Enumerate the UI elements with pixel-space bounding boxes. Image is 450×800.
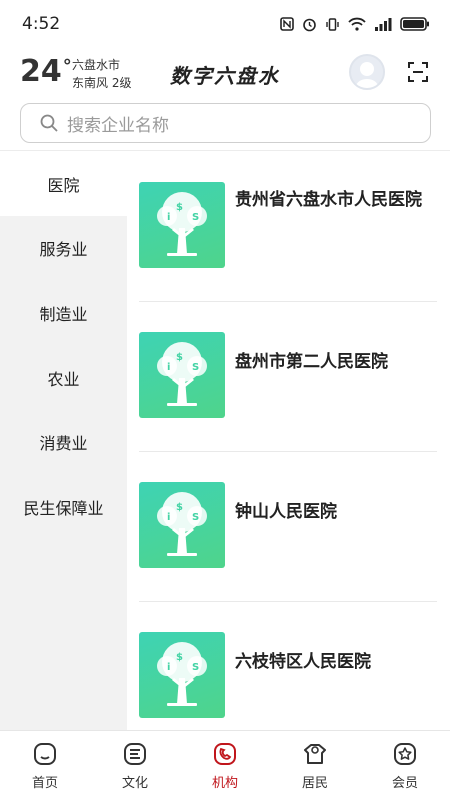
org-name: 盘州市第二人民医院 [235, 352, 388, 372]
tab-resident[interactable]: 居民 [270, 731, 360, 800]
culture-icon [124, 743, 146, 765]
svg-text:S: S [192, 212, 199, 223]
category-label: 消费业 [39, 434, 88, 453]
tab-culture[interactable]: 文化 [90, 731, 180, 800]
app-title: 数字六盘水 [170, 64, 280, 88]
list-item[interactable]: $ i S 贵州省六盘水市人民医院 [139, 152, 437, 302]
vibrate-icon [326, 17, 339, 31]
list-item[interactable]: $ i S 六枝特区人民医院 [139, 602, 437, 730]
resident-icon [304, 744, 326, 764]
temperature: 24° [20, 54, 72, 89]
list-item[interactable]: $ i S 盘州市第二人民医院 [139, 302, 437, 452]
svg-text:$: $ [176, 502, 183, 513]
degree-symbol: ° [62, 56, 72, 77]
tab-label: 机构 [211, 776, 238, 791]
svg-text:i: i [167, 362, 170, 373]
category-item-service[interactable]: 服务业 [0, 216, 127, 280]
org-thumbnail: $ i S [139, 182, 225, 268]
category-item-hospital[interactable]: 医院 [0, 152, 127, 216]
tab-label: 会员 [391, 776, 418, 791]
svg-text:i: i [167, 662, 170, 673]
org-name: 钟山人民医院 [235, 502, 337, 522]
weather-info: 六盘水市 东南风 2级 [72, 56, 131, 92]
scan-icon[interactable] [406, 60, 430, 84]
category-item-manufacturing[interactable]: 制造业 [0, 281, 127, 345]
user-avatar-icon [354, 62, 380, 88]
money-tree-icon: $ i S [157, 492, 207, 556]
organization-list: $ i S 贵州省六盘水市人民医院 $ i S 盘州市第二人民医院 $ i S [127, 152, 450, 730]
tab-institution[interactable]: 机构 [180, 731, 270, 800]
app-screen: 4:52 24° 六盘水市 东南风 2级 数字六盘水 搜索企业名称 医院 服务业 [0, 0, 450, 800]
category-sidebar: 医院 服务业 制造业 农业 消费业 民生保障业 [0, 152, 127, 730]
alarm-icon [303, 18, 316, 31]
svg-text:$: $ [176, 202, 183, 213]
search-icon [40, 114, 58, 132]
status-time: 4:52 [22, 14, 61, 34]
svg-text:S: S [192, 512, 199, 523]
svg-text:$: $ [176, 352, 183, 363]
wind-info: 东南风 2级 [72, 76, 132, 90]
institution-icon [214, 743, 236, 765]
org-thumbnail: $ i S [139, 332, 225, 418]
svg-text:i: i [167, 212, 170, 223]
tab-home[interactable]: 首页 [0, 731, 90, 800]
list-item[interactable]: $ i S 钟山人民医院 [139, 452, 437, 602]
tab-label: 居民 [301, 776, 328, 791]
svg-text:i: i [167, 512, 170, 523]
tab-member[interactable]: 会员 [360, 731, 450, 800]
search-input[interactable]: 搜索企业名称 [20, 103, 431, 143]
avatar[interactable] [349, 54, 385, 90]
home-icon [34, 743, 56, 765]
org-thumbnail: $ i S [139, 482, 225, 568]
svg-text:S: S [192, 362, 199, 373]
svg-text:S: S [192, 662, 199, 673]
wifi-icon [348, 17, 366, 31]
category-label: 服务业 [39, 240, 88, 259]
org-name: 贵州省六盘水市人民医院 [235, 190, 422, 210]
org-name: 六枝特区人民医院 [235, 652, 371, 672]
member-icon [394, 743, 416, 765]
header-divider [0, 150, 450, 151]
tab-label: 文化 [121, 776, 148, 791]
signal-icon [375, 18, 392, 31]
svg-text:$: $ [176, 652, 183, 663]
money-tree-icon: $ i S [157, 642, 207, 706]
header: 24° 六盘水市 东南风 2级 数字六盘水 [0, 48, 450, 100]
category-label: 制造业 [39, 305, 88, 324]
money-tree-icon: $ i S [157, 192, 207, 256]
search-placeholder: 搜索企业名称 [67, 115, 169, 136]
category-label: 医院 [47, 176, 80, 195]
nfc-icon [280, 17, 294, 31]
category-label: 农业 [47, 370, 80, 389]
category-item-livelihood[interactable]: 民生保障业 [0, 475, 127, 539]
bottom-tab-bar: 首页 文化 机构 居民 会员 [0, 730, 450, 800]
category-label: 民生保障业 [23, 499, 104, 518]
battery-icon [400, 17, 429, 31]
category-item-agriculture[interactable]: 农业 [0, 346, 127, 410]
org-thumbnail: $ i S [139, 632, 225, 718]
money-tree-icon: $ i S [157, 342, 207, 406]
tab-label: 首页 [31, 776, 58, 791]
category-item-consumer[interactable]: 消费业 [0, 410, 127, 474]
city-name: 六盘水市 [72, 58, 121, 72]
status-bar: 4:52 [0, 0, 450, 48]
status-icons [280, 17, 430, 32]
temperature-value: 24 [20, 54, 62, 89]
